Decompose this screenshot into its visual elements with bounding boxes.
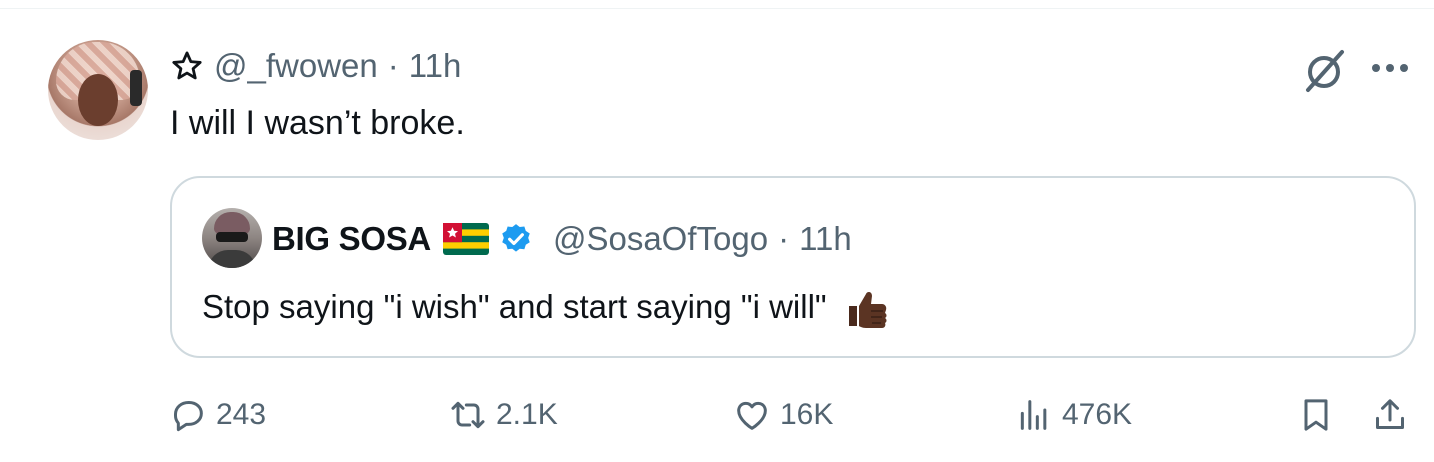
repost-count: 2.1K xyxy=(496,398,558,431)
share-icon xyxy=(1376,399,1404,429)
quoted-text-row: Stop saying "i wish" and start saying "i… xyxy=(202,284,889,330)
bookmark-icon xyxy=(1304,399,1328,431)
like-button[interactable]: 16K xyxy=(732,390,833,440)
quoted-avatar-shirt xyxy=(208,250,256,268)
like-icon xyxy=(737,401,767,430)
star-icon xyxy=(172,51,202,80)
repost-icon xyxy=(451,401,485,429)
avatar-phone xyxy=(130,70,142,106)
author-handle[interactable]: @_fwowen xyxy=(214,47,378,85)
tweet-text: I will I wasn’t broke. xyxy=(170,104,465,142)
quoted-tweet[interactable]: BIG SOSA @SosaOfTogo · 11h Stop saying "… xyxy=(170,176,1416,358)
quoted-separator-dot: · xyxy=(778,220,790,257)
quoted-avatar-sunglasses xyxy=(216,232,248,242)
tweet-card[interactable]: @_fwowen · 11h I will I wasn’t broke. BI… xyxy=(0,0,1434,462)
reply-count: 243 xyxy=(216,398,267,431)
bookmark-button[interactable] xyxy=(1296,390,1336,440)
quoted-text: Stop saying "i wish" and start saying "i… xyxy=(202,288,827,325)
thumbs-up-icon xyxy=(848,291,887,328)
more-icon[interactable] xyxy=(1368,56,1412,80)
separator-dot: · xyxy=(387,47,399,84)
views-icon xyxy=(1020,400,1047,430)
avatar[interactable] xyxy=(48,40,148,140)
quoted-author-handle[interactable]: @SosaOfTogo xyxy=(553,220,768,258)
divider xyxy=(0,8,1434,9)
action-bar: 243 2.1K 16K 476K xyxy=(0,390,1434,440)
avatar-face xyxy=(78,74,118,126)
share-button[interactable] xyxy=(1370,390,1410,440)
views-button[interactable]: 476K xyxy=(1014,390,1132,440)
quoted-avatar-cap xyxy=(214,212,250,234)
quoted-header: BIG SOSA @SosaOfTogo · 11h xyxy=(272,218,852,260)
repost-button[interactable]: 2.1K xyxy=(448,390,558,440)
reply-icon xyxy=(174,401,203,432)
quoted-author-name[interactable]: BIG SOSA xyxy=(272,220,431,258)
verified-badge-icon xyxy=(502,224,530,252)
quoted-timestamp[interactable]: 11h xyxy=(799,220,852,258)
timestamp[interactable]: 11h xyxy=(409,47,462,85)
quoted-avatar[interactable] xyxy=(202,208,262,268)
togo-flag-icon xyxy=(442,223,489,255)
tweet-header: @_fwowen · 11h xyxy=(170,46,461,86)
reply-button[interactable]: 243 xyxy=(168,390,266,440)
like-count: 16K xyxy=(780,398,834,431)
views-count: 476K xyxy=(1062,398,1133,431)
grok-icon[interactable] xyxy=(1302,48,1348,94)
